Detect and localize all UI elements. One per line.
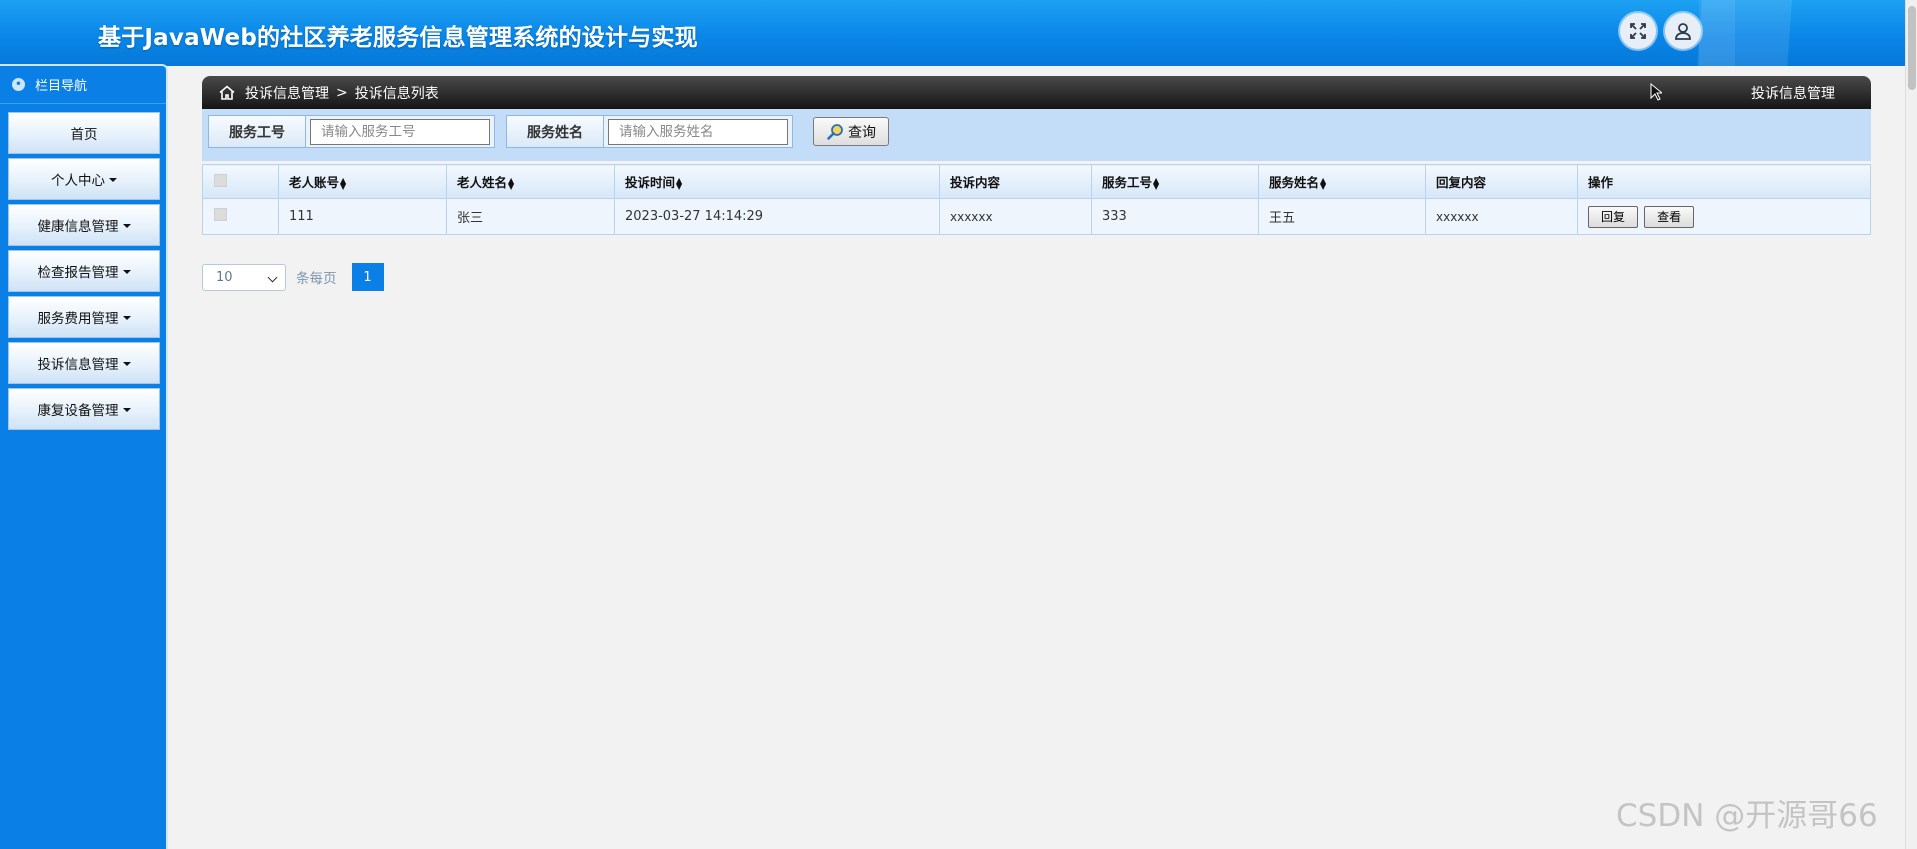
top-header: 基于JavaWeb的社区养老服务信息管理系统的设计与实现	[0, 0, 1905, 66]
caret-down-icon	[122, 408, 131, 412]
table-cell: 111	[278, 198, 447, 235]
sidebar-heading: • 栏目导航	[0, 66, 166, 104]
sidebar-item-service-fee[interactable]: 服务费用管理	[8, 296, 160, 338]
column-header: 回复内容	[1425, 164, 1578, 199]
table-cell: 333	[1091, 198, 1259, 235]
staff-id-input[interactable]	[310, 118, 490, 145]
watermark: CSDN @开源哥66	[1616, 798, 1878, 834]
mouse-cursor-icon	[1650, 83, 1662, 101]
caret-down-icon	[122, 224, 131, 228]
fullscreen-button[interactable]	[1620, 13, 1656, 49]
breadcrumb-separator: >	[336, 84, 348, 101]
page-scrollbar[interactable]	[1905, 0, 1917, 849]
pagination: 10 条每页 1	[202, 263, 384, 291]
caret-down-icon	[109, 178, 117, 182]
page-size-select[interactable]: 10	[202, 263, 286, 291]
row-select-cell	[202, 198, 279, 235]
table-cell: 张三	[446, 198, 615, 235]
home-icon[interactable]	[218, 84, 236, 102]
sidebar-item-label: 首页	[70, 127, 98, 143]
user-icon	[1675, 23, 1691, 40]
sidebar-item-check-report[interactable]: 检查报告管理	[8, 250, 160, 292]
column-header[interactable]: 投诉时间▲ ▼	[614, 164, 940, 199]
caret-down-icon	[122, 270, 131, 274]
select-all-checkbox[interactable]	[214, 173, 227, 187]
page-size-value: 10	[216, 269, 233, 285]
sort-icon: ▲ ▼	[508, 175, 515, 191]
select-all-cell	[202, 164, 279, 199]
caret-down-icon	[122, 362, 131, 366]
staff-name-label: 服务姓名	[507, 116, 604, 147]
per-page-label: 条每页	[296, 271, 337, 287]
table-cell: 2023-03-27 14:14:29	[614, 198, 940, 235]
row-checkbox[interactable]	[214, 208, 227, 221]
sidebar-item-home[interactable]: 首页	[8, 112, 160, 154]
chevron-down-icon	[267, 272, 278, 282]
staff-name-search-group: 服务姓名	[506, 115, 793, 148]
table-cell: xxxxxx	[1425, 198, 1578, 235]
section-title: 投诉信息管理	[1751, 85, 1835, 102]
sidebar: • 栏目导航 首页 个人中心 健康信息管理 检查报告管理 服务费用管理 投诉信息…	[0, 64, 168, 849]
sort-icon: ▲ ▼	[340, 175, 347, 191]
table-row: 111 张三 2023-03-27 14:14:29 xxxxxx 333 王五…	[202, 198, 1871, 235]
sidebar-item-rehab-equipment[interactable]: 康复设备管理	[8, 388, 160, 430]
sidebar-item-label: 康复设备管理	[37, 403, 119, 419]
caret-down-icon	[122, 316, 131, 320]
table-cell: 王五	[1258, 198, 1426, 235]
sort-icon: ▲ ▼	[1153, 175, 1160, 191]
scrollbar-thumb[interactable]	[1908, 6, 1916, 90]
search-bar: 服务工号 服务姓名 查询	[202, 109, 1871, 161]
sidebar-item-label: 检查报告管理	[37, 265, 119, 281]
column-header[interactable]: 老人姓名▲ ▼	[446, 164, 615, 199]
sort-icon: ▲ ▼	[676, 175, 683, 191]
breadcrumb-current: 投诉信息列表	[354, 85, 439, 102]
column-header: 投诉内容	[939, 164, 1092, 199]
table-header-row: 老人账号▲ ▼ 老人姓名▲ ▼ 投诉时间▲ ▼ 投诉内容 服务工号▲ ▼ 服务姓名▲ ▼ …	[202, 164, 1871, 199]
column-header[interactable]: 服务工号▲ ▼	[1091, 164, 1259, 199]
nav-dot-icon: •	[12, 78, 25, 91]
column-header[interactable]: 老人账号▲ ▼	[278, 164, 447, 199]
sidebar-item-label: 服务费用管理	[37, 311, 119, 327]
expand-icon	[1630, 23, 1646, 39]
column-header: 操作	[1577, 164, 1871, 199]
sidebar-item-complaint[interactable]: 投诉信息管理	[8, 342, 160, 384]
query-button-label: 查询	[848, 124, 876, 141]
sort-icon: ▲ ▼	[1320, 175, 1327, 191]
actions-cell: 回复 查看	[1577, 198, 1871, 235]
breadcrumb-parent[interactable]: 投诉信息管理	[245, 83, 329, 103]
query-button[interactable]: 查询	[813, 117, 889, 146]
staff-id-label: 服务工号	[209, 116, 306, 147]
sidebar-item-health-info[interactable]: 健康信息管理	[8, 204, 160, 246]
sidebar-item-label: 投诉信息管理	[37, 357, 119, 373]
view-button[interactable]: 查看	[1644, 205, 1695, 228]
header-decoration	[1699, 0, 1735, 66]
sidebar-item-label: 个人中心	[51, 173, 105, 189]
page-number-current[interactable]: 1	[351, 263, 384, 291]
sidebar-nav-list: 首页 个人中心 健康信息管理 检查报告管理 服务费用管理 投诉信息管理 康复设备…	[0, 104, 166, 430]
sidebar-item-label: 健康信息管理	[37, 219, 119, 235]
complaint-table: 老人账号▲ ▼ 老人姓名▲ ▼ 投诉时间▲ ▼ 投诉内容 服务工号▲ ▼ 服务姓名▲ ▼ …	[202, 164, 1871, 235]
column-header[interactable]: 服务姓名▲ ▼	[1258, 164, 1426, 199]
staff-id-search-group: 服务工号	[208, 115, 495, 148]
sidebar-item-personal-center[interactable]: 个人中心	[8, 158, 160, 200]
reply-button[interactable]: 回复	[1588, 205, 1639, 228]
table-cell: xxxxxx	[939, 198, 1092, 235]
sidebar-heading-label: 栏目导航	[35, 79, 88, 94]
app-title: 基于JavaWeb的社区养老服务信息管理系统的设计与实现	[98, 25, 698, 51]
breadcrumb: 投诉信息管理 > 投诉信息列表 投诉信息管理	[202, 76, 1871, 109]
user-button[interactable]	[1665, 13, 1701, 49]
staff-name-input[interactable]	[608, 118, 788, 145]
search-icon	[827, 123, 843, 140]
